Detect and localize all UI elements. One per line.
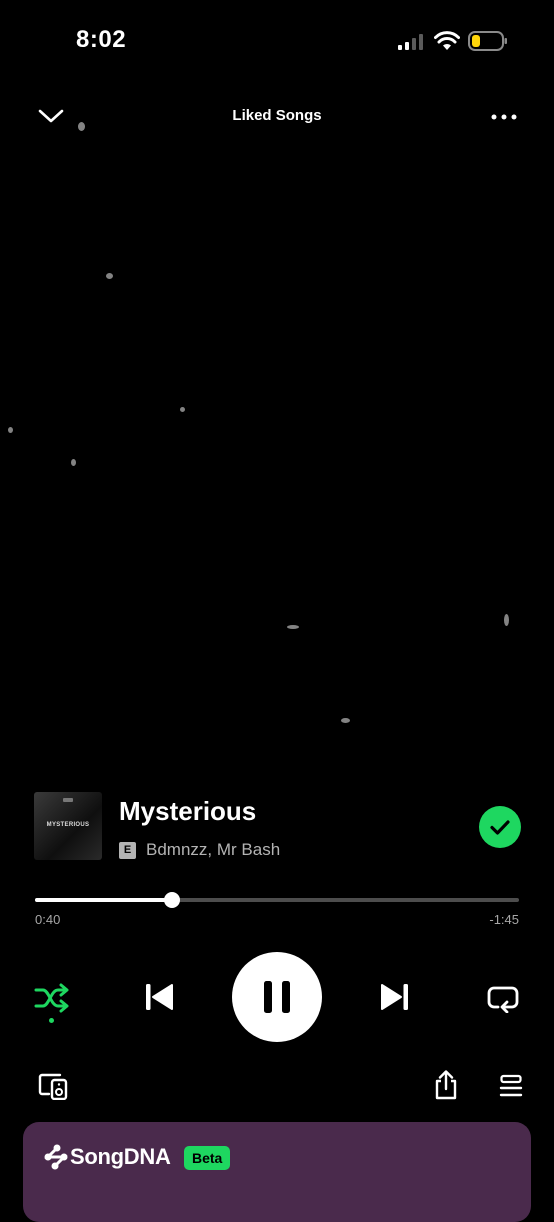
progress-handle[interactable] — [164, 892, 180, 908]
share-icon — [435, 1070, 457, 1100]
cover-text: MYSTERIOUS — [46, 822, 90, 828]
canvas-speck — [504, 614, 509, 626]
queue-button[interactable] — [496, 1072, 526, 1100]
signal-icon — [398, 34, 423, 50]
previous-icon — [146, 984, 173, 1010]
canvas-speck — [106, 273, 113, 279]
pause-button[interactable] — [232, 952, 322, 1042]
canvas-speck — [8, 427, 13, 433]
battery-icon — [468, 31, 507, 51]
devices-icon — [38, 1073, 68, 1100]
songdna-title: SongDNA — [70, 1144, 171, 1169]
next-button[interactable] — [376, 978, 414, 1016]
explicit-badge: E — [119, 842, 136, 859]
elapsed-time: 0:40 — [35, 912, 61, 927]
canvas-speck — [78, 122, 85, 131]
repeat-icon — [487, 986, 519, 1013]
status-time: 8:02 — [76, 26, 127, 53]
share-button[interactable] — [430, 1068, 462, 1102]
check-icon — [490, 820, 510, 835]
liked-button[interactable] — [479, 806, 521, 848]
cover-logo — [63, 798, 73, 802]
shuffle-active-dot — [49, 1018, 54, 1023]
wifi-icon — [434, 31, 460, 50]
shuffle-button[interactable] — [32, 980, 72, 1016]
pause-icon — [264, 981, 290, 1013]
canvas-speck — [180, 407, 185, 412]
song-title[interactable]: Mysterious — [119, 796, 256, 827]
playlist-title: Liked Songs — [232, 107, 322, 124]
repeat-button[interactable] — [484, 980, 522, 1016]
songdna-card[interactable] — [23, 1122, 531, 1222]
next-icon — [381, 984, 408, 1010]
queue-icon — [499, 1074, 523, 1097]
progress-fill — [35, 898, 172, 902]
remaining-time: -1:45 — [489, 912, 519, 927]
beta-badge: Beta — [184, 1146, 231, 1170]
songdna-logo-icon — [44, 1144, 68, 1170]
artist-names[interactable]: Bdmnzz, Mr Bash — [146, 840, 280, 860]
previous-button[interactable] — [140, 978, 178, 1016]
more-icon[interactable] — [490, 108, 518, 126]
devices-button[interactable] — [36, 1070, 70, 1102]
canvas-speck — [341, 718, 350, 723]
canvas-speck — [287, 625, 299, 629]
shuffle-icon — [34, 983, 69, 1013]
canvas-speck — [71, 459, 76, 466]
album-cover[interactable]: MYSTERIOUS — [34, 792, 102, 860]
